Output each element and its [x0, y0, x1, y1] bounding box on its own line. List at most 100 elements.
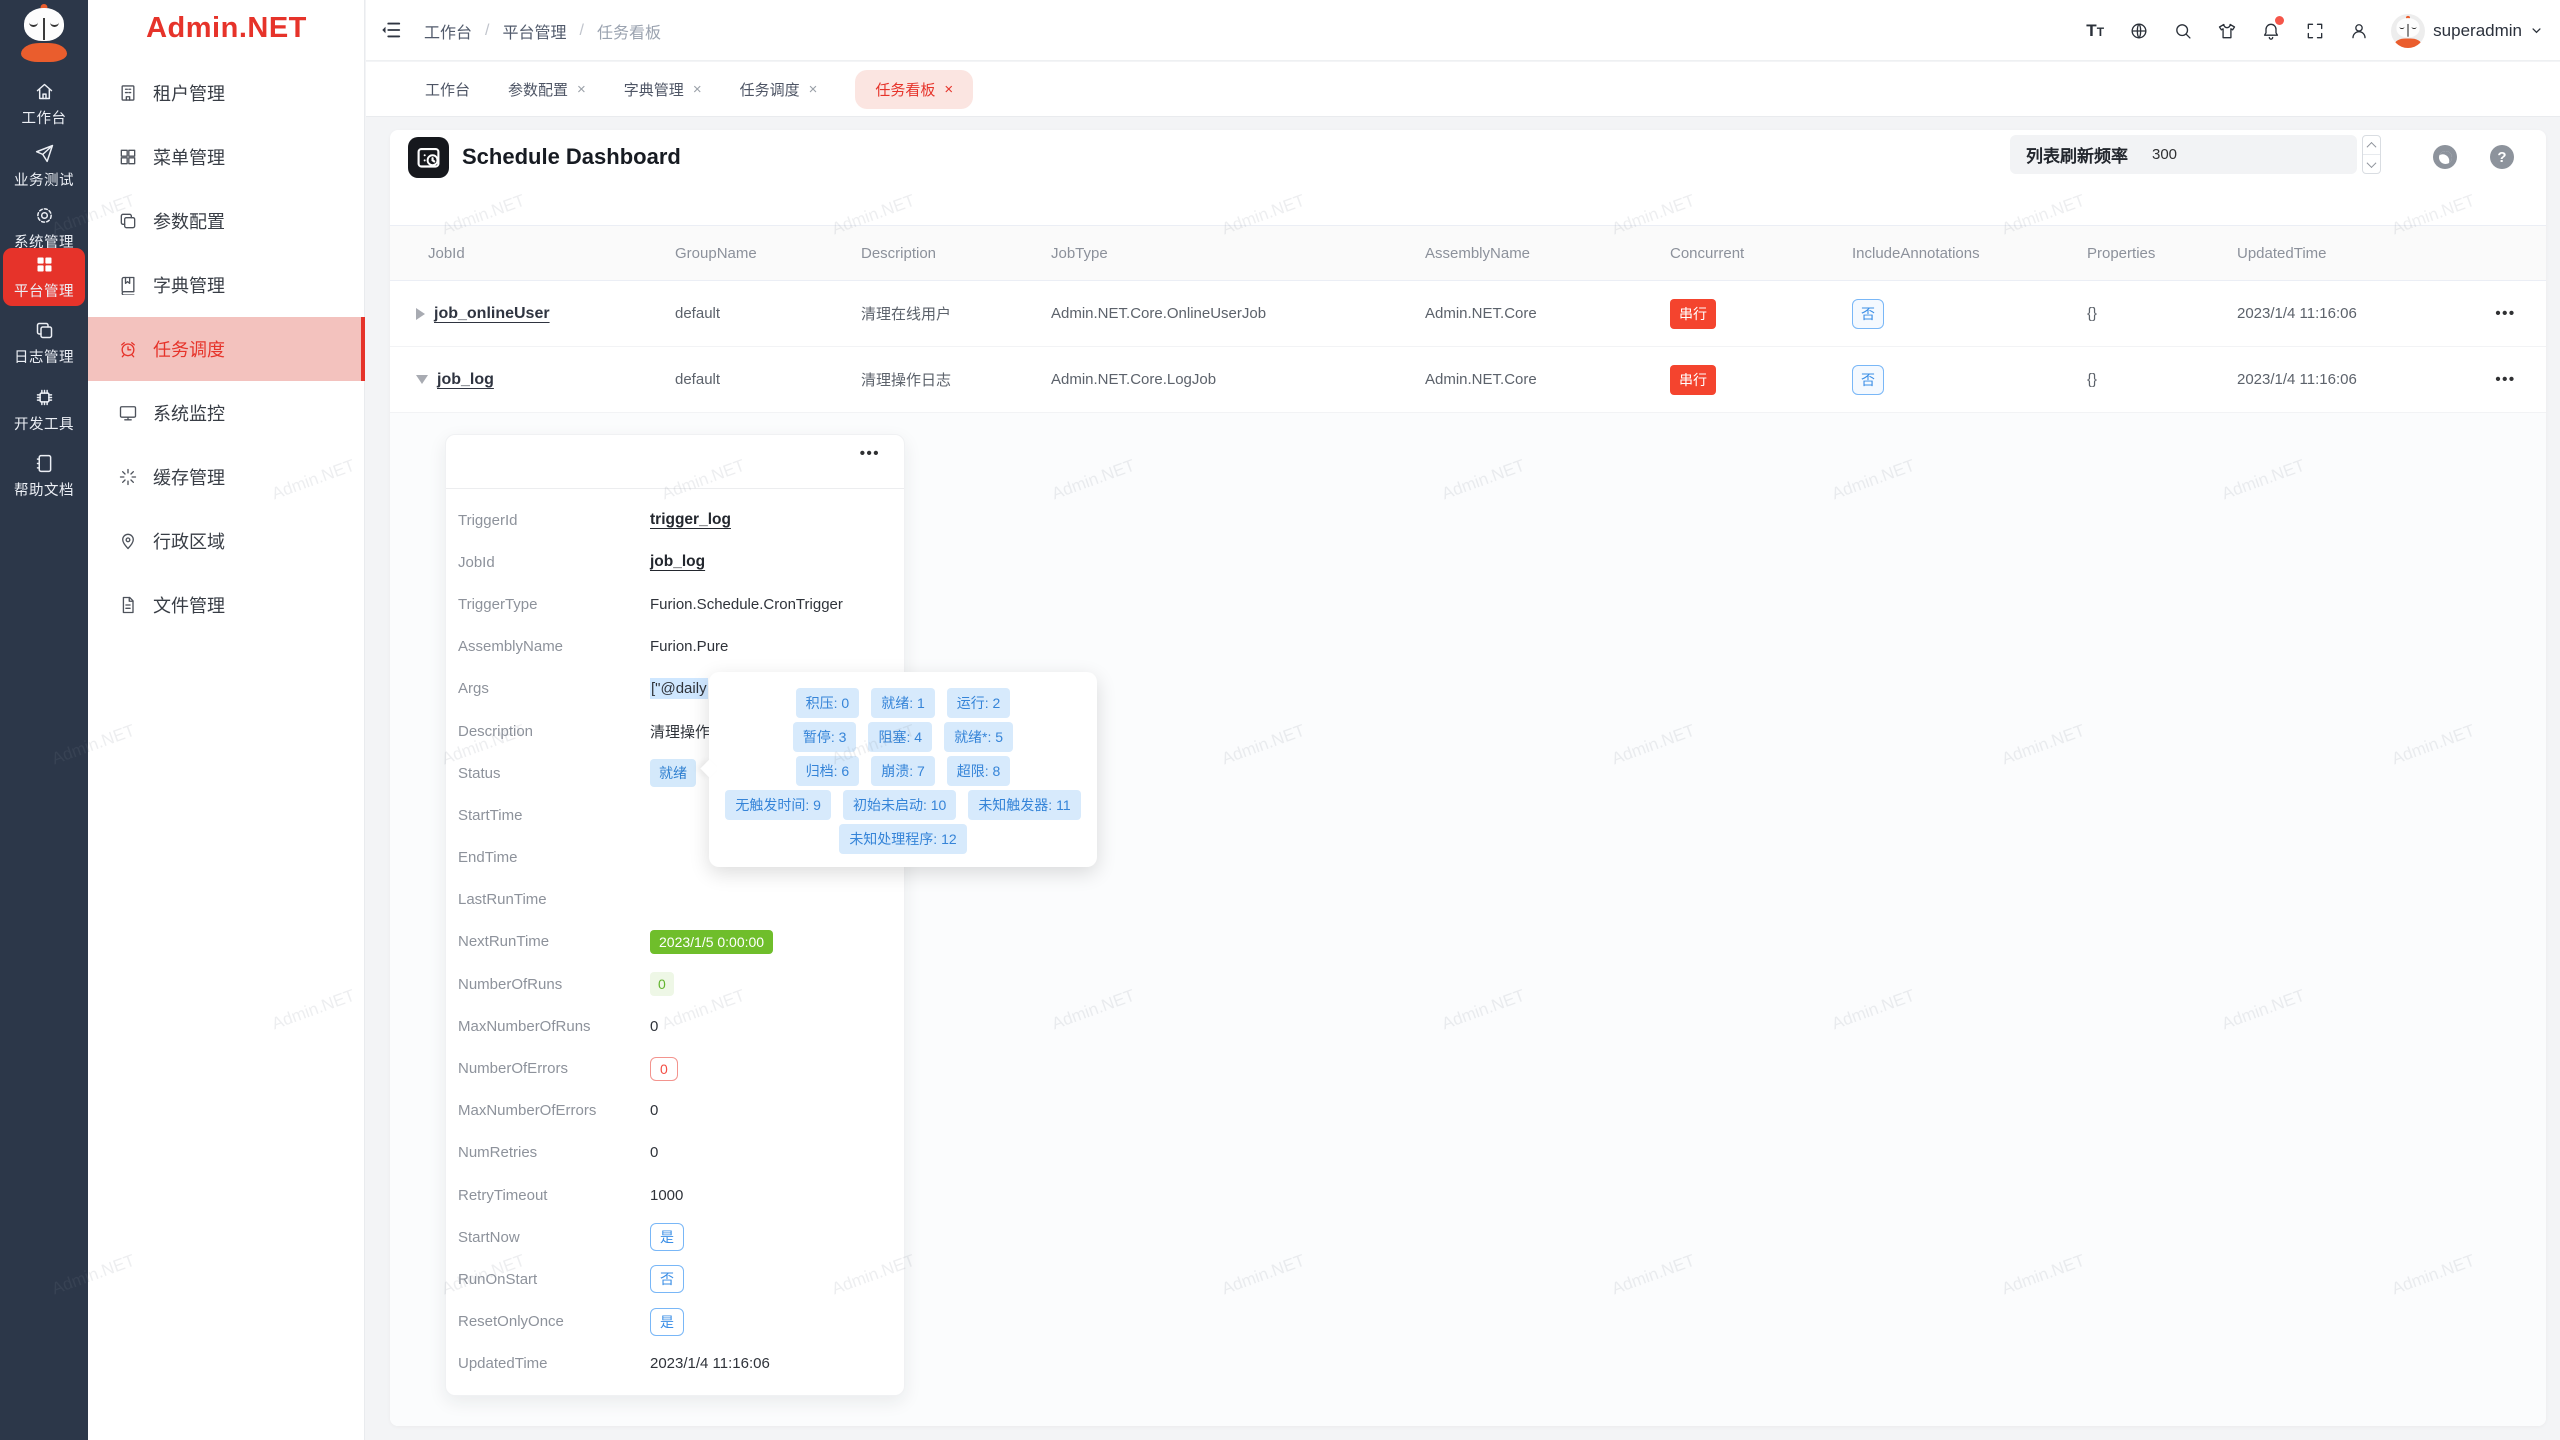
detail-value: Furion.Schedule.CronTrigger	[650, 596, 843, 613]
row-actions-menu[interactable]: •••	[2465, 371, 2546, 388]
username[interactable]: superadmin	[2433, 21, 2522, 41]
rail-item-dev-tools[interactable]: 开发工具	[0, 381, 88, 439]
sidebar-item-task-schedule[interactable]: 任务调度	[88, 317, 365, 381]
column-header[interactable]: AssemblyName	[1425, 245, 1670, 262]
detail-row: NumberOfErrors 0	[458, 1047, 894, 1089]
home-icon	[34, 81, 55, 102]
status-tag: 崩溃: 7	[871, 756, 935, 786]
sidebar-item-cache-mgmt[interactable]: 缓存管理	[88, 445, 365, 509]
sidebar-item-system-monitor[interactable]: 系统监控	[88, 381, 365, 445]
breadcrumb-separator: /	[579, 22, 583, 40]
column-header[interactable]: IncludeAnnotations	[1852, 245, 2087, 262]
status-legend-tooltip: 积压: 0 就绪: 1 运行: 2 暂停: 3 阻塞: 4 就绪*: 5 归档:…	[709, 672, 1097, 867]
column-header[interactable]: Properties	[2087, 245, 2237, 262]
alarm-clock-icon	[118, 339, 138, 359]
theme-shirt-icon[interactable]	[2205, 0, 2249, 61]
sidebar-item-file-mgmt[interactable]: 文件管理	[88, 573, 365, 637]
font-size-icon[interactable]: TT	[2073, 0, 2117, 61]
close-icon[interactable]: ×	[809, 82, 818, 97]
app-logo-mascot[interactable]	[18, 6, 70, 62]
job-id-link[interactable]: job_log	[437, 371, 494, 389]
column-header[interactable]: JobType	[1051, 245, 1425, 262]
detail-row: NumberOfRuns 0	[458, 963, 894, 1005]
language-icon[interactable]	[2117, 0, 2161, 61]
detail-row: AssemblyName Furion.Pure	[458, 626, 894, 668]
sidebar-item-dict-mgmt[interactable]: 字典管理	[88, 253, 365, 317]
refresh-rate-input[interactable]: 列表刷新频率 300	[2010, 135, 2357, 174]
chevron-up-icon[interactable]	[2363, 136, 2380, 155]
column-header[interactable]: UpdatedTime	[2237, 245, 2465, 262]
detail-row: MaxNumberOfRuns 0	[458, 1005, 894, 1047]
detail-label: Status	[458, 765, 650, 782]
sidebar-item-label: 菜单管理	[153, 144, 225, 170]
breadcrumb-item[interactable]: 工作台	[424, 19, 472, 43]
status-tag: 就绪: 1	[871, 688, 935, 718]
sidebar-item-tenant-mgmt[interactable]: 租户管理	[88, 61, 365, 125]
sidebar-item-label: 缓存管理	[153, 464, 225, 490]
grid-icon	[118, 147, 138, 167]
column-header[interactable]: GroupName	[675, 245, 861, 262]
sidebar-item-param-config[interactable]: 参数配置	[88, 189, 365, 253]
detail-label: RunOnStart	[458, 1271, 650, 1288]
job-id-link[interactable]: job_onlineUser	[434, 305, 550, 323]
dark-mode-moon-icon[interactable]	[2433, 145, 2457, 169]
expand-arrow-icon[interactable]	[416, 308, 425, 320]
breadcrumb-item-current: 任务看板	[597, 19, 661, 43]
rail-item-help-docs[interactable]: 帮助文档	[0, 447, 88, 505]
close-icon[interactable]: ×	[577, 82, 586, 97]
detail-value: 1000	[650, 1187, 683, 1204]
table-header-row: JobId GroupName Description JobType Asse…	[390, 225, 2546, 281]
detail-label: MaxNumberOfRuns	[458, 1018, 650, 1035]
next-run-time-badge: 2023/1/5 0:00:00	[650, 930, 773, 954]
detail-row: TriggerId trigger_log	[458, 499, 894, 541]
rail-item-platform-mgmt[interactable]: 平台管理	[3, 248, 85, 306]
rail-item-label: 开发工具	[14, 413, 74, 434]
collapse-arrow-icon[interactable]	[416, 375, 428, 384]
user-avatar[interactable]	[2391, 14, 2425, 48]
cell-updated-time: 2023/1/4 11:16:06	[2237, 305, 2465, 322]
side-nav: Admin.NET 租户管理 菜单管理 参数配置 字典管理 任务调度 系统监控 …	[88, 0, 365, 1440]
detail-row: MaxNumberOfErrors 0	[458, 1090, 894, 1132]
notifications-bell-icon[interactable]	[2249, 0, 2293, 61]
chevron-down-icon[interactable]	[2363, 155, 2380, 173]
refresh-rate-value: 300	[2152, 146, 2177, 163]
tab-task-dashboard[interactable]: 任务看板 ×	[855, 70, 973, 109]
help-icon[interactable]: ?	[2490, 145, 2514, 169]
detail-label: JobId	[458, 554, 650, 571]
page-title: Schedule Dashboard	[462, 144, 681, 170]
tab-param-config[interactable]: 参数配置 ×	[508, 70, 586, 109]
close-icon[interactable]: ×	[944, 82, 953, 97]
trigger-id-link[interactable]: trigger_log	[650, 511, 731, 529]
user-icon[interactable]	[2337, 0, 2381, 61]
fullscreen-icon[interactable]	[2293, 0, 2337, 61]
tab-task-schedule[interactable]: 任务调度 ×	[740, 70, 818, 109]
column-header[interactable]: Description	[861, 245, 1051, 262]
job-id-link[interactable]: job_log	[650, 553, 705, 571]
tab-label: 任务调度	[740, 79, 800, 100]
close-icon[interactable]: ×	[693, 82, 702, 97]
column-header[interactable]: Concurrent	[1670, 245, 1852, 262]
sidebar-item-admin-region[interactable]: 行政区域	[88, 509, 365, 573]
rail-item-workbench[interactable]: 工作台	[0, 75, 88, 133]
row-actions-menu[interactable]: •••	[2465, 305, 2546, 322]
tab-workbench[interactable]: 工作台	[425, 70, 470, 109]
detail-actions-menu[interactable]: •••	[860, 445, 880, 462]
refresh-rate-stepper[interactable]	[2362, 135, 2381, 174]
file-icon	[118, 595, 138, 615]
status-tag: 归档: 6	[796, 756, 860, 786]
monitor-icon	[118, 403, 138, 423]
brand-name: Admin.NET	[88, 12, 365, 45]
sidebar-item-menu-mgmt[interactable]: 菜单管理	[88, 125, 365, 189]
schedule-dashboard-card: Schedule Dashboard 列表刷新频率 300 ? JobId Gr…	[390, 130, 2546, 1426]
column-header[interactable]: JobId	[390, 245, 675, 262]
refresh-rate-label: 列表刷新频率	[2026, 142, 2128, 167]
collapse-menu-icon[interactable]	[379, 19, 403, 41]
search-icon[interactable]	[2161, 0, 2205, 61]
breadcrumb-item[interactable]: 平台管理	[502, 19, 566, 43]
status-badge[interactable]: 就绪	[650, 759, 696, 787]
rail-item-log-mgmt[interactable]: 日志管理	[0, 314, 88, 372]
chevron-down-icon[interactable]	[2529, 23, 2544, 38]
divider	[446, 488, 904, 489]
rail-item-business-test[interactable]: 业务测试	[0, 137, 88, 195]
tab-dict-mgmt[interactable]: 字典管理 ×	[624, 70, 702, 109]
